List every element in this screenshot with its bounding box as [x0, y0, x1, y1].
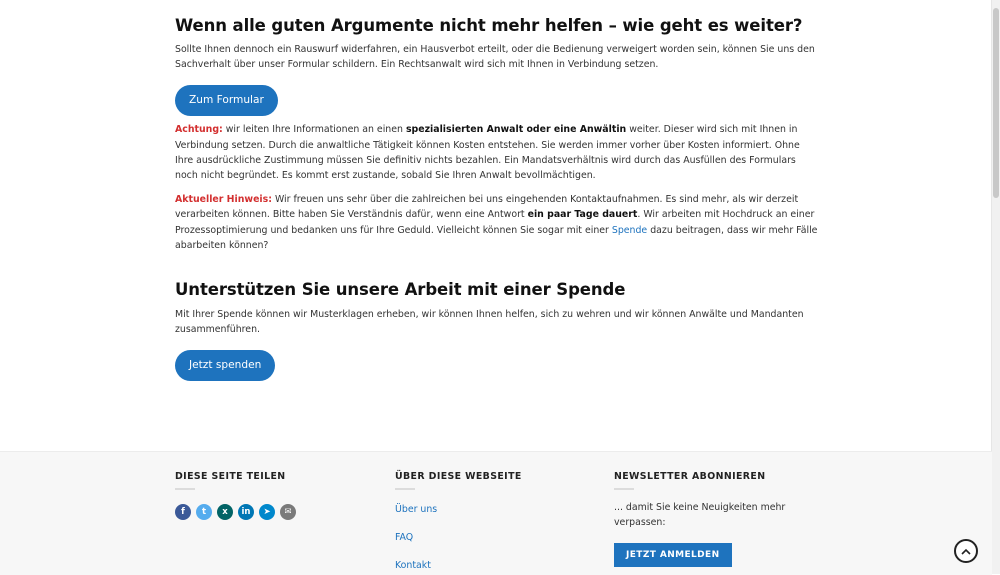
- achtung-bold: spezialisierten Anwalt oder eine Anwälti…: [405, 124, 627, 136]
- footer-divider: [614, 488, 634, 490]
- footer-share: DIESE SEITE TEILEN f t x in ➤ ✉: [175, 471, 296, 520]
- twitter-icon[interactable]: t: [196, 504, 212, 520]
- intro-paragraph: Sollte Ihnen dennoch ein Rauswurf widerf…: [175, 44, 815, 71]
- footer-link-faq[interactable]: FAQ: [395, 532, 413, 543]
- main-content: Wenn alle guten Argumente nicht mehr hel…: [175, 14, 820, 382]
- linkedin-icon[interactable]: in: [238, 504, 254, 520]
- email-icon[interactable]: ✉: [280, 504, 296, 520]
- chevron-up-icon: [961, 548, 971, 555]
- achtung-paragraph: Achtung: wir leiten Ihre Informationen a…: [175, 122, 820, 183]
- hinweis-label: Aktueller Hinweis:: [175, 194, 272, 206]
- donate-button[interactable]: Jetzt spenden: [175, 350, 276, 382]
- telegram-icon[interactable]: ➤: [259, 504, 275, 520]
- newsletter-subscribe-button[interactable]: JETZT ANMELDEN: [614, 543, 732, 567]
- section-heading-spende: Unterstützen Sie unsere Arbeit mit einer…: [175, 280, 626, 300]
- newsletter-text: ... damit Sie keine Neuigkeiten mehr ver…: [614, 502, 786, 528]
- footer-about: ÜBER DIESE WEBSEITE Über uns FAQ Kontakt: [395, 471, 575, 575]
- page-scrollbar[interactable]: [991, 0, 1000, 574]
- footer-newsletter-title: NEWSLETTER ABONNIEREN: [614, 471, 766, 482]
- footer-divider: [395, 488, 415, 490]
- footer-divider: [175, 488, 195, 490]
- footer-link-kontakt[interactable]: Kontakt: [395, 560, 431, 571]
- footer-link-ueber-uns[interactable]: Über uns: [395, 504, 437, 515]
- scroll-to-top-button[interactable]: [954, 539, 978, 563]
- section-heading-formular: Wenn alle guten Argumente nicht mehr hel…: [175, 16, 803, 35]
- social-icons: f t x in ➤ ✉: [175, 504, 296, 520]
- xing-icon[interactable]: x: [217, 504, 233, 520]
- achtung-text-1: wir leiten Ihre Informationen an einen: [222, 124, 406, 136]
- footer-share-title: DIESE SEITE TEILEN: [175, 471, 286, 482]
- spende-paragraph: Mit Ihrer Spende können wir Musterklagen…: [175, 309, 804, 336]
- facebook-icon[interactable]: f: [175, 504, 191, 520]
- footer-about-title: ÜBER DIESE WEBSEITE: [395, 471, 522, 482]
- scrollbar-thumb[interactable]: [993, 8, 999, 198]
- achtung-label: Achtung:: [175, 124, 223, 136]
- hinweis-paragraph: Aktueller Hinweis: Wir freuen uns sehr ü…: [175, 192, 820, 253]
- footer-newsletter: NEWSLETTER ABONNIEREN ... damit Sie kein…: [614, 471, 794, 567]
- form-button[interactable]: Zum Formular: [175, 85, 278, 117]
- hinweis-bold: ein paar Tage dauert: [527, 209, 638, 221]
- spende-link[interactable]: Spende: [612, 225, 647, 236]
- footer: DIESE SEITE TEILEN f t x in ➤ ✉ ÜBER DIESE WE…: [0, 451, 992, 575]
